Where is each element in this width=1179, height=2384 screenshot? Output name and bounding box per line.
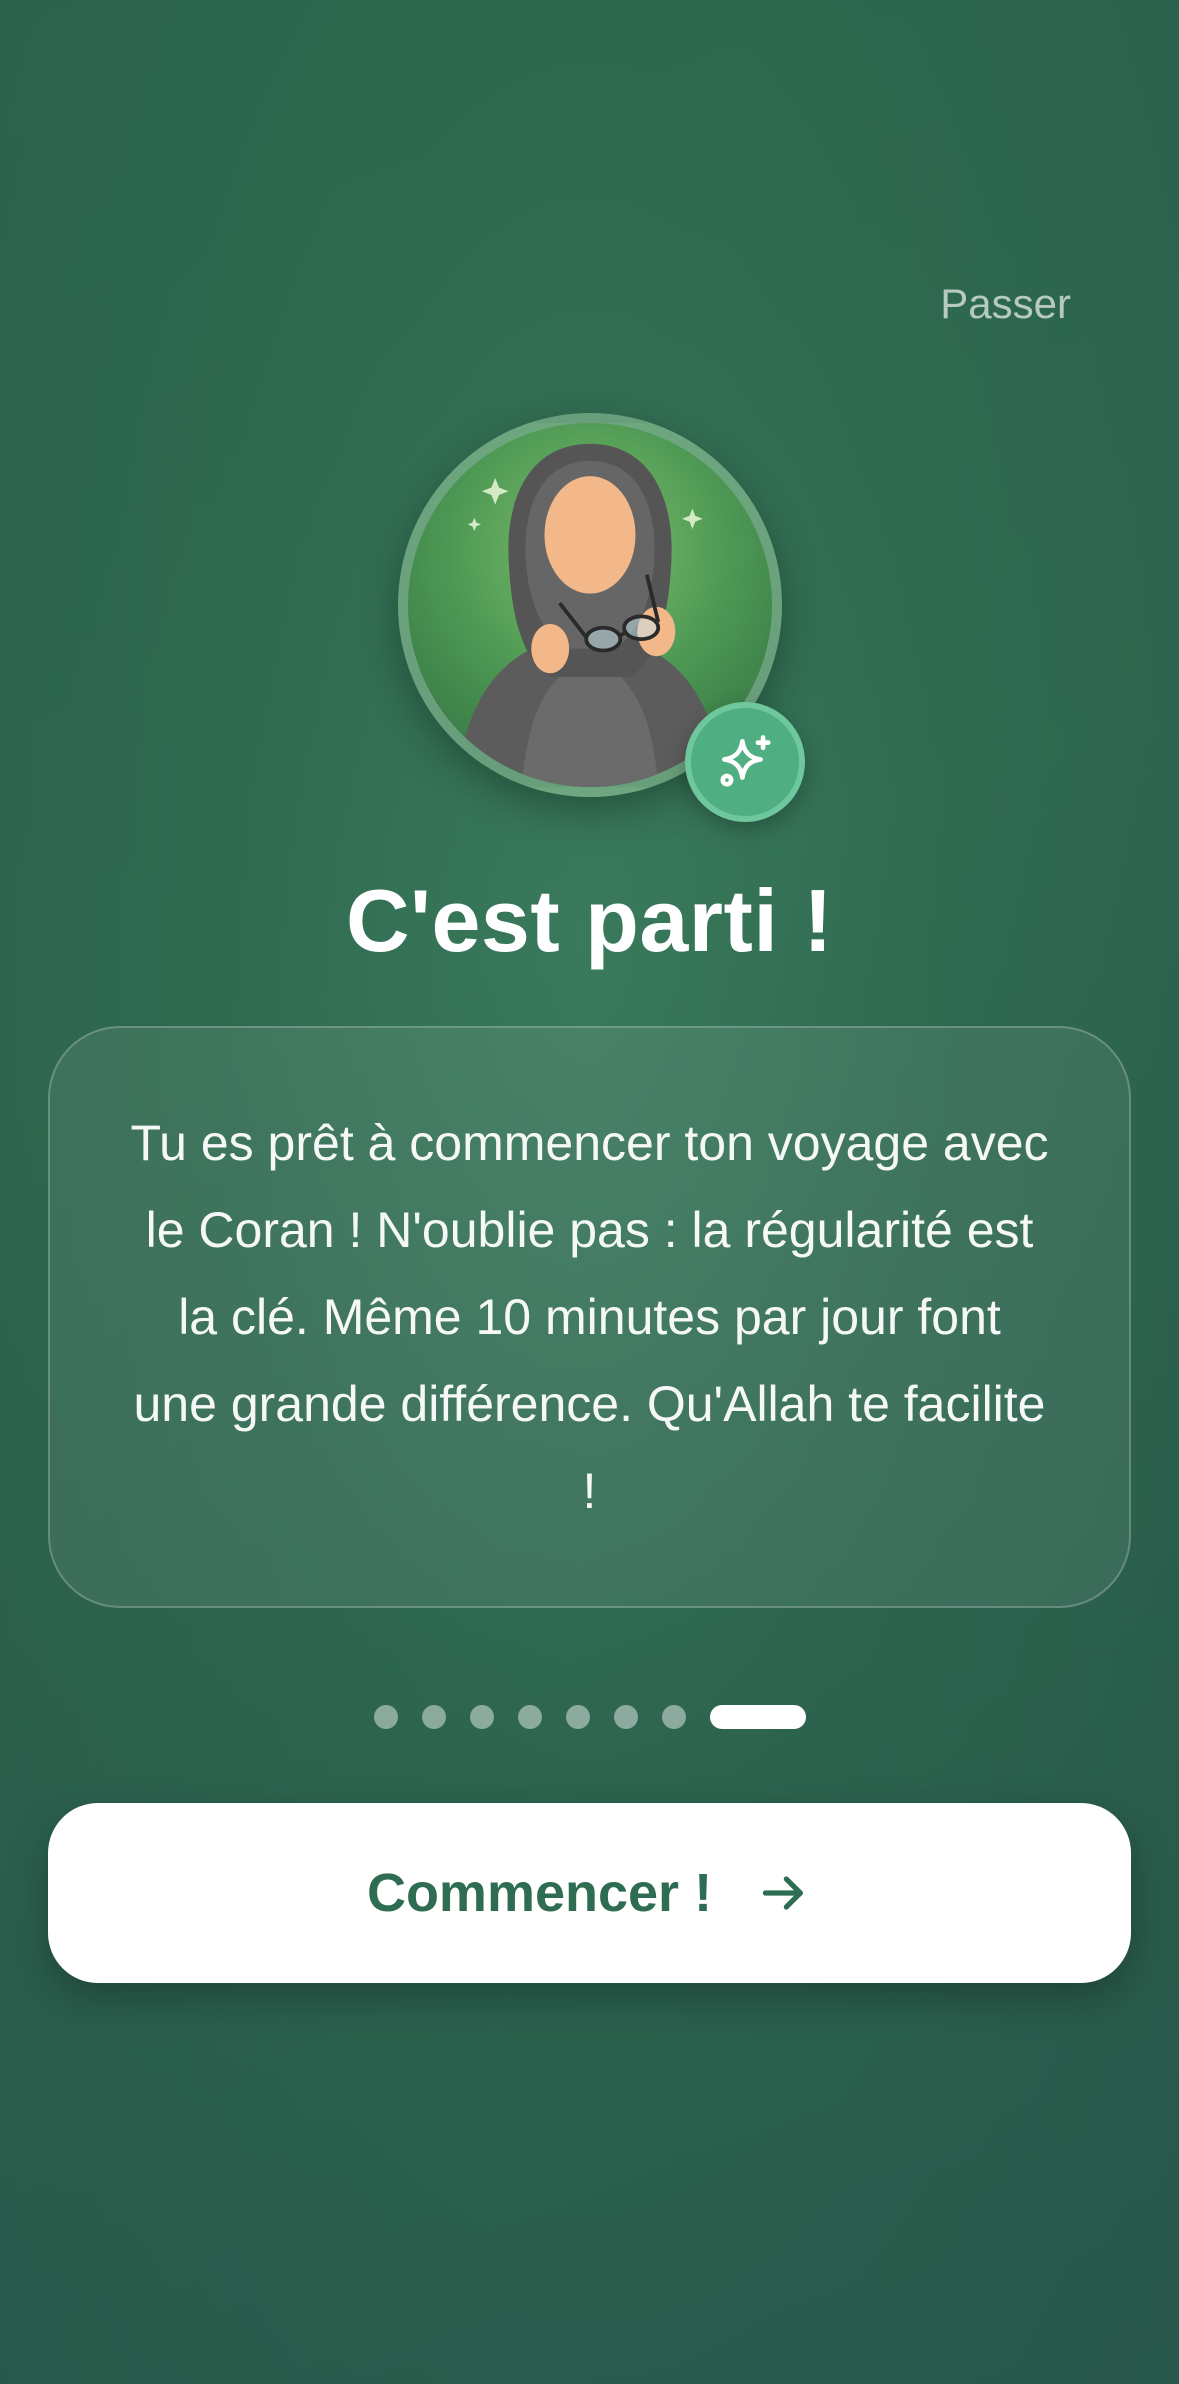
arrow-right-icon bbox=[762, 1876, 803, 1910]
pagination-dot bbox=[661, 1705, 686, 1729]
pagination-dot bbox=[517, 1705, 542, 1729]
sparkles-badge bbox=[685, 702, 805, 822]
start-button[interactable]: Commencer ! bbox=[48, 1803, 1131, 1983]
pagination-dots bbox=[0, 1705, 1179, 1729]
start-button-label: Commencer ! bbox=[366, 1863, 713, 1923]
skip-button[interactable]: Passer bbox=[928, 272, 1083, 336]
pagination-dot-active bbox=[709, 1705, 806, 1729]
page-title: C'est parti ! bbox=[345, 871, 834, 970]
message-text: Tu es prêt à commencer ton voyage avec l… bbox=[130, 1114, 1049, 1519]
pagination-dot bbox=[565, 1705, 590, 1729]
sparkles-icon bbox=[720, 735, 771, 787]
message-card: Tu es prêt à commencer ton voyage avec l… bbox=[48, 1026, 1131, 1608]
pagination-dot bbox=[613, 1705, 638, 1729]
avatar bbox=[398, 413, 805, 822]
pagination-dot bbox=[421, 1705, 446, 1729]
pagination-dot bbox=[469, 1705, 494, 1729]
pagination-dot bbox=[373, 1705, 398, 1729]
